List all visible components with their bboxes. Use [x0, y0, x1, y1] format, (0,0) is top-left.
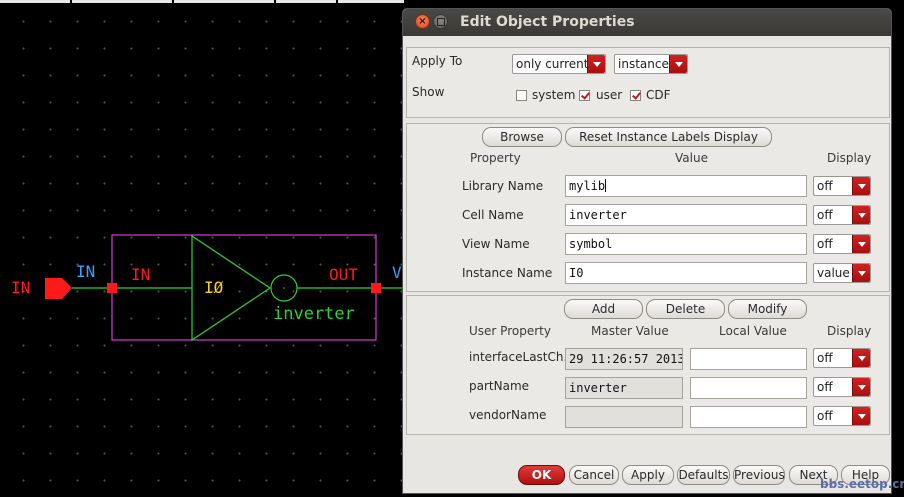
- cell-name-display-value: off: [817, 208, 833, 222]
- chevron-down-icon[interactable]: [587, 55, 605, 73]
- show-system-label: system: [532, 88, 576, 102]
- value-header: Value: [675, 151, 708, 165]
- apply-scope-combo[interactable]: only current: [512, 54, 606, 74]
- library-name-label: Library Name: [462, 179, 544, 193]
- library-name-value: mylib: [569, 179, 606, 193]
- instance-name-label: Instance Name: [462, 266, 553, 280]
- reset-labels-button[interactable]: Reset Instance Labels Display: [565, 127, 772, 147]
- browse-button[interactable]: Browse: [482, 127, 562, 147]
- show-cdf-checkbox[interactable]: [630, 90, 641, 101]
- wire-label: IN: [76, 262, 96, 281]
- master-value-field: inverter: [565, 377, 683, 399]
- cell-name-field[interactable]: inverter: [565, 204, 807, 226]
- library-name-display-value: off: [817, 179, 833, 193]
- chevron-down-icon[interactable]: [852, 264, 870, 282]
- defaults-button[interactable]: Defaults: [677, 465, 730, 485]
- view-name-display-value: off: [817, 237, 833, 251]
- apply-target-value: instance: [618, 57, 669, 71]
- add-button[interactable]: Add: [564, 299, 643, 319]
- user-display-combo[interactable]: off: [813, 348, 871, 368]
- user-display-value: off: [817, 409, 833, 423]
- cell-label: inverter: [273, 304, 355, 324]
- show-label: Show: [412, 85, 445, 99]
- previous-button[interactable]: Previous: [733, 465, 785, 485]
- instance-name-field[interactable]: I0: [565, 262, 807, 284]
- edit-object-properties-dialog: × Edit Object Properties Apply To only c…: [402, 8, 892, 494]
- cell-name-label: Cell Name: [462, 208, 524, 222]
- user-display-value: off: [817, 351, 833, 365]
- chevron-down-icon[interactable]: [852, 235, 870, 253]
- cancel-button[interactable]: Cancel: [569, 465, 619, 485]
- show-cdf-label: CDF: [646, 88, 671, 102]
- instance-name-display-combo[interactable]: value: [813, 263, 871, 283]
- input-pin-square: [107, 283, 117, 293]
- cell-name-display-combo[interactable]: off: [813, 205, 871, 225]
- pin-label: IN: [11, 278, 31, 297]
- attributes-frame: Browse Reset Instance Labels Display Pro…: [406, 123, 890, 292]
- chevron-down-icon[interactable]: [852, 407, 870, 425]
- view-name-field[interactable]: symbol: [565, 233, 807, 255]
- user-property-label: interfaceLastCh..: [469, 350, 572, 364]
- input-pin: [45, 278, 72, 299]
- apply-scope-value: only current: [516, 57, 589, 71]
- close-icon[interactable]: ×: [415, 14, 430, 29]
- local-value-field[interactable]: [690, 406, 807, 428]
- delete-button[interactable]: Delete: [646, 299, 725, 319]
- instance-label: IØ: [204, 278, 224, 297]
- view-name-label: View Name: [462, 237, 530, 251]
- master-value-field: [565, 406, 683, 428]
- show-user-checkbox[interactable]: [579, 90, 590, 101]
- show-user-label: user: [596, 88, 623, 102]
- user-display-value: off: [817, 380, 833, 394]
- maximize-icon[interactable]: [433, 14, 448, 29]
- symbol-out-label: OUT: [329, 265, 358, 284]
- display-header: Display: [827, 151, 872, 165]
- user-properties-frame: Add Delete Modify User Property Master V…: [406, 295, 890, 435]
- local-value-field[interactable]: [690, 377, 807, 399]
- show-system-checkbox[interactable]: [516, 90, 527, 101]
- apply-button[interactable]: Apply: [622, 465, 674, 485]
- display-header: Display: [827, 324, 872, 338]
- local-value-field[interactable]: [690, 348, 807, 370]
- user-display-combo[interactable]: off: [813, 406, 871, 426]
- dialog-title: Edit Object Properties: [460, 14, 635, 30]
- local-value-header: Local Value: [719, 324, 787, 338]
- user-property-header: User Property: [469, 324, 551, 338]
- symbol-in-label: IN: [131, 265, 151, 284]
- master-value-field: 29 11:26:57 2013: [565, 348, 683, 370]
- out-wire-label: V: [392, 263, 402, 282]
- instance-name-display-value: value: [817, 266, 850, 280]
- apply-target-combo[interactable]: instance: [614, 54, 688, 74]
- modify-button[interactable]: Modify: [728, 299, 807, 319]
- apply-to-frame: Apply To only current instance Show syst…: [406, 47, 890, 118]
- output-pin-square: [371, 283, 381, 293]
- library-name-display-combo[interactable]: off: [813, 176, 871, 196]
- apply-to-label: Apply To: [412, 54, 463, 68]
- user-display-combo[interactable]: off: [813, 377, 871, 397]
- chevron-down-icon[interactable]: [852, 177, 870, 195]
- ok-button[interactable]: OK: [518, 465, 565, 485]
- dialog-titlebar[interactable]: × Edit Object Properties: [403, 9, 891, 36]
- user-property-label: vendorName: [469, 408, 547, 422]
- master-value-header: Master Value: [591, 324, 669, 338]
- chevron-down-icon[interactable]: [669, 55, 687, 73]
- library-name-field[interactable]: mylib: [565, 175, 807, 197]
- text-cursor: [605, 179, 607, 192]
- chevron-down-icon[interactable]: [852, 206, 870, 224]
- chevron-down-icon[interactable]: [852, 349, 870, 367]
- property-header: Property: [470, 151, 521, 165]
- user-property-label: partName: [469, 379, 530, 393]
- view-name-display-combo[interactable]: off: [813, 234, 871, 254]
- chevron-down-icon[interactable]: [852, 378, 870, 396]
- watermark: bbs.eetop.cn: [820, 477, 904, 491]
